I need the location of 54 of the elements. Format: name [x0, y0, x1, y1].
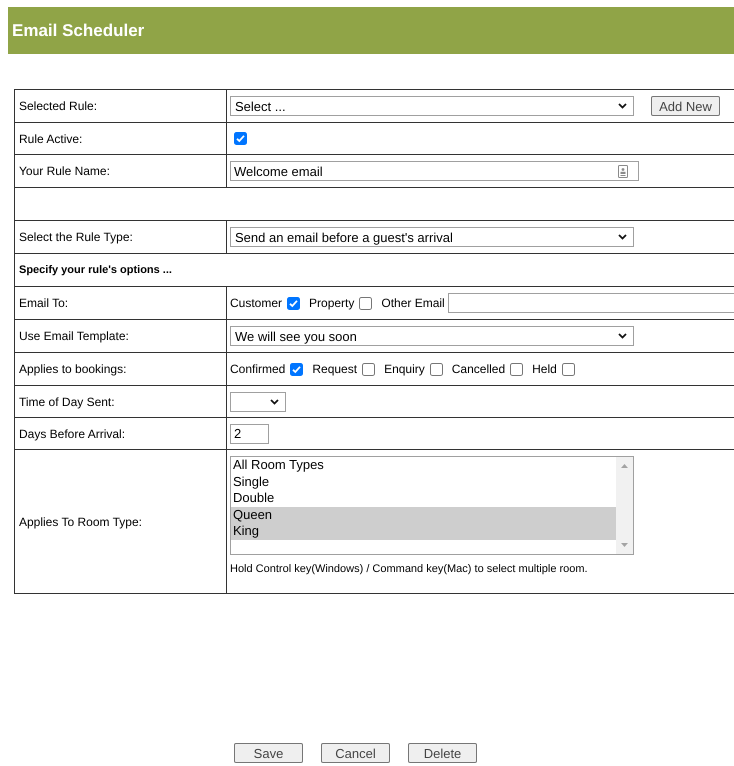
field-label: Select the Rule Type:	[19, 230, 133, 244]
listbox-option[interactable]: All Room Types	[231, 457, 616, 474]
chevron-down-icon	[270, 398, 279, 404]
checkbox-label: Customer	[230, 296, 282, 310]
field-label: Time of Day Sent:	[19, 394, 115, 408]
checkbox-label: Request	[312, 362, 358, 376]
dropdown-select[interactable]: Send an email before a guest's arrival	[230, 227, 634, 247]
contact-card-icon	[618, 164, 628, 178]
chevron-down-icon	[618, 103, 627, 109]
field-label: Your Rule Name:	[19, 164, 110, 178]
add-button[interactable]: Add New	[651, 96, 720, 116]
action-button[interactable]: Save	[234, 743, 303, 763]
checkbox[interactable]	[290, 362, 304, 376]
page-title: Email Scheduler	[12, 20, 144, 40]
scroll-up-arrow-icon[interactable]	[621, 464, 628, 468]
hint-text: Hold Control key(Windows) / Command key(Mac) to select multiple room.	[230, 563, 589, 575]
dropdown-select[interactable]: Select ...	[230, 96, 634, 116]
action-button[interactable]: Cancel	[321, 743, 390, 763]
listbox-option[interactable]: Queen	[231, 506, 616, 524]
room-type-listbox[interactable]: All Room Types Single Double Queen King	[230, 456, 634, 555]
listbox-option[interactable]: Double	[231, 490, 616, 507]
field-label: Use Email Template:	[19, 329, 129, 343]
field-label: Email To:	[19, 296, 68, 310]
section-heading: Specify your rule's options ...	[19, 264, 172, 276]
checkbox-label: Confirmed	[230, 362, 286, 376]
checkbox-label: Property	[309, 296, 354, 310]
action-button[interactable]: Delete	[408, 743, 477, 763]
listbox-option[interactable]: King	[231, 523, 616, 540]
checkbox[interactable]	[287, 296, 300, 310]
field-label: Applies to bookings:	[19, 362, 126, 376]
checkbox-label: Held	[532, 362, 557, 376]
checkbox[interactable]	[234, 132, 247, 145]
chevron-down-icon	[618, 333, 627, 339]
field-label: Days Before Arrival:	[19, 426, 126, 440]
checkbox[interactable]	[362, 362, 376, 376]
checkbox[interactable]	[430, 362, 443, 376]
scroll-down-arrow-icon[interactable]	[621, 543, 628, 547]
checkbox[interactable]	[562, 362, 575, 376]
field-label: Rule Active:	[19, 132, 82, 146]
chevron-down-icon	[618, 234, 627, 240]
email-input[interactable]	[448, 293, 734, 313]
text-input[interactable]: Welcome email	[230, 161, 639, 181]
checkbox[interactable]	[359, 296, 372, 310]
number-input[interactable]: 2	[230, 424, 269, 444]
checkbox-label: Cancelled	[452, 362, 506, 376]
dropdown-select[interactable]: We will see you soon	[230, 326, 634, 346]
checkbox-label: Enquiry	[384, 362, 425, 376]
field-label: Other Email	[381, 296, 445, 310]
field-label: Selected Rule:	[19, 99, 98, 113]
field-label: Applies To Room Type:	[19, 514, 142, 528]
listbox-option[interactable]: Single	[231, 474, 616, 490]
scrollbar[interactable]	[616, 457, 633, 554]
dropdown-select[interactable]	[230, 392, 286, 412]
checkbox[interactable]	[510, 362, 524, 376]
